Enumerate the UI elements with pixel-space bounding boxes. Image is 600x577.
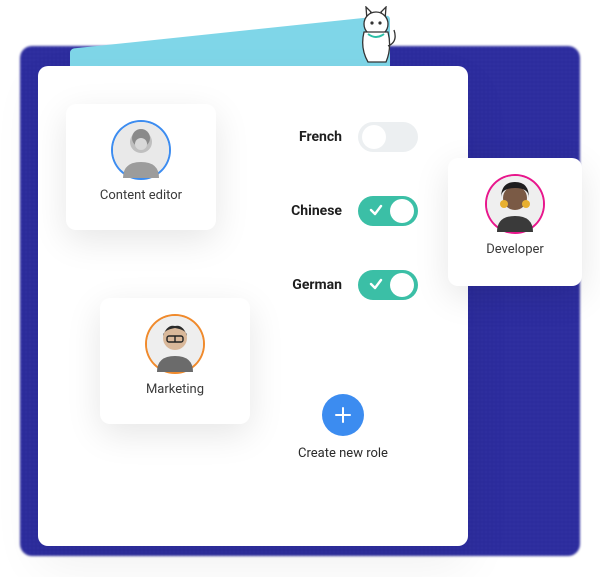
toggle-knob — [362, 125, 386, 149]
avatar — [113, 122, 169, 178]
cat-illustration — [350, 6, 398, 68]
avatar — [147, 316, 203, 372]
check-icon — [369, 277, 383, 291]
language-label: German — [292, 277, 342, 293]
avatar — [487, 176, 543, 232]
role-label: Developer — [458, 242, 572, 257]
toggle-knob — [390, 273, 414, 297]
create-role-button[interactable] — [322, 394, 364, 436]
toggle-row-german: German — [258, 270, 418, 300]
role-card-content-editor[interactable]: Content editor — [66, 104, 216, 230]
toggle-french[interactable] — [358, 122, 418, 152]
language-label: French — [299, 129, 342, 145]
toggle-knob — [390, 199, 414, 223]
create-role-label: Create new role — [278, 446, 408, 461]
role-label: Marketing — [110, 382, 240, 397]
toggle-row-french: French — [258, 122, 418, 152]
role-card-marketing[interactable]: Marketing — [100, 298, 250, 424]
create-role: Create new role — [278, 394, 408, 461]
toggle-row-chinese: Chinese — [258, 196, 418, 226]
role-label: Content editor — [76, 188, 206, 203]
language-label: Chinese — [291, 203, 342, 219]
role-card-developer[interactable]: Developer — [448, 158, 582, 286]
check-icon — [369, 203, 383, 217]
plus-icon — [334, 406, 352, 424]
toggle-german[interactable] — [358, 270, 418, 300]
language-toggles: French Chinese German — [258, 122, 418, 344]
toggle-chinese[interactable] — [358, 196, 418, 226]
